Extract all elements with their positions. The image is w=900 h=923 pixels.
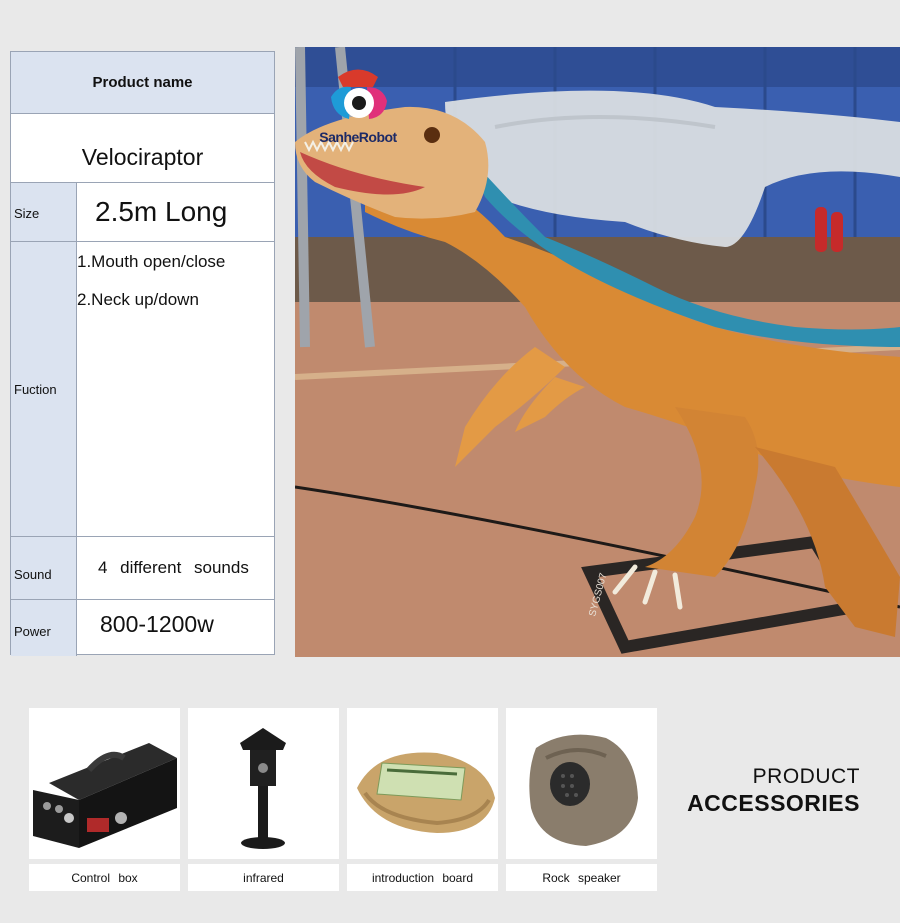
product-photo: SYGS007 SanheRobot (295, 47, 900, 657)
accessory-label: Rock speaker (506, 864, 657, 891)
rock-speaker-image (506, 708, 657, 859)
sound-label: Sound (11, 537, 77, 599)
introduction-board-icon (357, 752, 495, 833)
accessory-label: introduction board (347, 864, 498, 891)
power-value: 800-1200w (100, 610, 214, 637)
control-box-icon (33, 743, 177, 848)
size-row: Size 2.5m Long (11, 183, 274, 242)
function-list: 1.Mouth open/close 2.Neck up/down (77, 242, 274, 536)
function-label: Fuction (11, 242, 77, 536)
robot-eye-logo-icon (331, 69, 387, 119)
accessory-label: Control box (29, 864, 180, 891)
power-row: Power 800-1200w (11, 600, 274, 656)
function-item-neck: 2.Neck up/down (77, 290, 199, 309)
infrared-image (188, 708, 339, 859)
product-name-value: Velociraptor (11, 114, 274, 183)
power-label: Power (11, 600, 77, 656)
accessory-infrared: infrared (188, 708, 339, 891)
size-label: Size (11, 183, 77, 241)
accessories-heading-line2: ACCESSORIES (687, 790, 860, 816)
control-box-image (29, 708, 180, 859)
size-value: 2.5m Long (95, 196, 228, 227)
rock-speaker-icon (529, 734, 638, 846)
function-item-mouth: 1.Mouth open/close (77, 252, 226, 271)
accessories-heading: PRODUCT ACCESSORIES (660, 765, 860, 817)
accessory-control-box: Control box (29, 708, 180, 891)
product-name-header: Product name (11, 52, 274, 114)
accessory-label: infrared (188, 864, 339, 891)
introduction-board-image (347, 708, 498, 859)
sound-row: Sound 4 different sounds (11, 537, 274, 600)
accessories-heading-line1: PRODUCT (752, 765, 860, 788)
sound-value: 4 different sounds (98, 558, 249, 577)
function-row: Fuction 1.Mouth open/close 2.Neck up/dow… (11, 242, 274, 537)
accessory-rock-speaker: Rock speaker (506, 708, 657, 891)
infrared-sensor-icon (240, 728, 286, 849)
logo-text: SanheRobot (319, 129, 397, 145)
spec-table: Product name Velociraptor Size 2.5m Long… (10, 51, 275, 656)
accessory-introduction-board: introduction board (347, 708, 498, 891)
sanherobot-logo: SanheRobot (303, 57, 403, 147)
